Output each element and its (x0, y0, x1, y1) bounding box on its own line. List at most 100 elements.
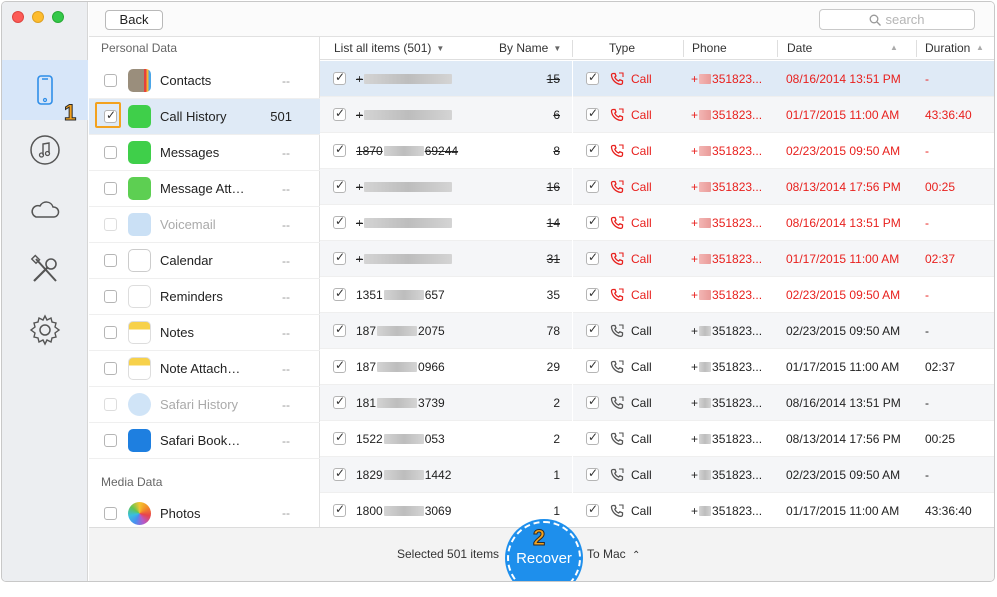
row-checkbox[interactable] (333, 466, 346, 481)
contact-row[interactable]: 187 2075 78 (320, 313, 572, 349)
category-label: Photos (160, 505, 201, 521)
contact-row[interactable]: +16 (320, 169, 572, 205)
contact-row[interactable]: +6 (320, 97, 572, 133)
row-checkbox[interactable] (333, 286, 346, 301)
redacted-digits (699, 253, 712, 264)
category-checkbox[interactable] (104, 290, 117, 303)
call-record-row[interactable]: Call +351823... 08/16/2014 13:51 PM - (573, 61, 994, 97)
category-label: Message Att… (160, 181, 245, 196)
row-checkbox[interactable] (586, 430, 599, 445)
category-item[interactable]: Calendar -- (89, 243, 320, 279)
chevron-down-icon: ▼ (553, 43, 562, 53)
row-checkbox[interactable] (586, 214, 599, 229)
call-record-row[interactable]: Call +351823... 02/23/2015 09:50 AM - (573, 277, 994, 313)
row-checkbox[interactable] (333, 178, 346, 193)
category-checkbox[interactable] (104, 326, 117, 339)
row-checkbox[interactable] (333, 142, 346, 157)
category-item[interactable]: Safari History -- (89, 387, 320, 423)
contact-row[interactable]: +14 (320, 205, 572, 241)
contact-row[interactable]: +31 (320, 241, 572, 277)
category-item[interactable]: Call History 501 (89, 99, 320, 135)
row-checkbox[interactable] (586, 250, 599, 265)
contact-row[interactable]: 1870 69244 8 (320, 133, 572, 169)
contact-row[interactable]: 1522 053 2 (320, 421, 572, 457)
sidebar-tools-tab[interactable] (2, 240, 88, 300)
category-item[interactable]: Notes -- (89, 315, 320, 351)
category-checkbox[interactable] (104, 398, 117, 411)
call-record-row[interactable]: Call +351823... 08/16/2014 13:51 PM - (573, 385, 994, 421)
category-item[interactable]: Message Att… -- (89, 171, 320, 207)
row-checkbox[interactable] (333, 106, 346, 121)
category-item[interactable]: Contacts -- (89, 63, 320, 99)
call-record-row[interactable]: Call +351823... 08/16/2014 13:51 PM - (573, 205, 994, 241)
call-count: 29 (546, 359, 560, 374)
sidebar-itunes-tab[interactable] (2, 120, 88, 180)
category-checkbox[interactable] (104, 218, 117, 231)
row-checkbox[interactable] (586, 70, 599, 85)
row-checkbox[interactable] (333, 394, 346, 409)
call-record-row[interactable]: Call +351823... 01/17/2015 11:00 AM 43:36:4… (573, 97, 994, 133)
destination-selector[interactable]: To Mac ⌃ (587, 547, 640, 561)
row-checkbox[interactable] (586, 106, 599, 121)
category-item[interactable]: Photos -- (89, 495, 320, 531)
call-record-row[interactable]: Call +351823... 02/23/2015 09:50 AM - (573, 313, 994, 349)
call-record-row[interactable]: Call +351823... 02/23/2015 09:50 AM - (573, 133, 994, 169)
row-checkbox[interactable] (586, 286, 599, 301)
type-column-header[interactable]: Type (609, 37, 635, 59)
row-checkbox[interactable] (586, 358, 599, 373)
call-record-row[interactable]: Call +351823... 02/23/2015 09:50 AM - (573, 457, 994, 493)
row-checkbox[interactable] (333, 70, 346, 85)
category-item[interactable]: Safari Book… -- (89, 423, 320, 459)
contact-row[interactable]: 181 3739 2 (320, 385, 572, 421)
category-checkbox[interactable] (104, 506, 117, 520)
date-column-header[interactable]: Date (787, 37, 812, 59)
call-record-row[interactable]: Call +351823... 08/13/2014 17:56 PM 00:25 (573, 421, 994, 457)
phone-prefix: + (691, 107, 699, 122)
category-checkbox[interactable] (104, 74, 117, 87)
category-checkbox[interactable] (104, 146, 117, 159)
category-checkbox[interactable] (104, 434, 117, 447)
call-record-row[interactable]: Call +351823... 08/13/2014 17:56 PM 00:25 (573, 169, 994, 205)
contact-row[interactable]: 1351 657 35 (320, 277, 572, 313)
category-checkbox[interactable] (104, 254, 117, 267)
row-checkbox[interactable] (333, 322, 346, 337)
phone-column-header[interactable]: Phone (692, 37, 727, 59)
category-checkbox[interactable] (104, 182, 117, 195)
row-checkbox[interactable] (586, 502, 599, 517)
contact-row[interactable]: +15 (320, 61, 572, 97)
sort-dropdown[interactable]: By Name ▼ (499, 37, 561, 59)
zoom-window-button[interactable] (52, 11, 64, 23)
filter-dropdown[interactable]: List all items (501) ▼ (334, 37, 444, 59)
duration-column-header[interactable]: Duration (925, 37, 970, 59)
row-checkbox[interactable] (586, 322, 599, 337)
row-checkbox[interactable] (586, 178, 599, 193)
category-item[interactable]: Reminders -- (89, 279, 320, 315)
call-record-row[interactable]: Call +351823... 01/17/2015 11:00 AM 02:37 (573, 241, 994, 277)
back-button[interactable]: Back (105, 10, 163, 30)
row-checkbox[interactable] (586, 394, 599, 409)
contact-row[interactable]: 1829 1442 1 (320, 457, 572, 493)
contact-row[interactable]: 187 0966 29 (320, 349, 572, 385)
row-checkbox[interactable] (333, 214, 346, 229)
sidebar-settings-tab[interactable] (2, 300, 88, 360)
category-item[interactable]: Note Attach… -- (89, 351, 320, 387)
row-checkbox[interactable] (333, 430, 346, 445)
row-checkbox[interactable] (333, 502, 346, 517)
row-checkbox[interactable] (586, 142, 599, 157)
phone-call-icon (610, 179, 624, 193)
row-checkbox[interactable] (586, 466, 599, 481)
phone-suffix: 351823... (712, 107, 763, 122)
category-item[interactable]: Messages -- (89, 135, 320, 171)
list-header-bar: List all items (501) ▼ By Name ▼ Type Ph… (320, 37, 994, 60)
row-checkbox[interactable] (333, 358, 346, 373)
category-item[interactable]: Voicemail -- (89, 207, 320, 243)
call-record-row[interactable]: Call +351823... 01/17/2015 11:00 AM 43:36:4… (573, 493, 994, 529)
close-window-button[interactable] (12, 11, 24, 23)
search-input[interactable]: search (819, 9, 975, 30)
call-record-row[interactable]: Call +351823... 01/17/2015 11:00 AM 02:37 (573, 349, 994, 385)
category-checkbox[interactable] (104, 362, 117, 375)
sidebar-icloud-tab[interactable] (2, 180, 88, 240)
contact-number: 181 3739 (356, 396, 506, 410)
row-checkbox[interactable] (333, 250, 346, 265)
minimize-window-button[interactable] (32, 11, 44, 23)
